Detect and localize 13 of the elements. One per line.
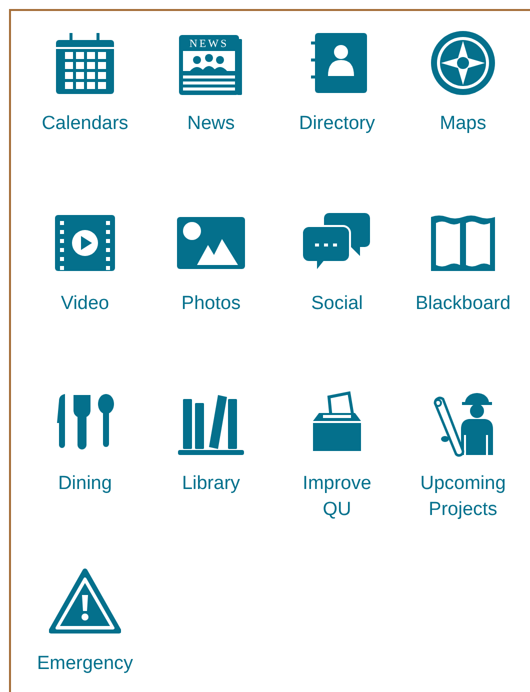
app-tile[interactable]: Video bbox=[23, 207, 147, 317]
app-tile[interactable]: Emergency bbox=[23, 567, 147, 677]
app-tile[interactable]: Dining bbox=[23, 387, 147, 497]
app-tile[interactable]: Improve QU bbox=[275, 387, 399, 523]
app-tile[interactable]: Maps bbox=[401, 27, 525, 137]
app-tile[interactable]: NEWS News bbox=[149, 27, 273, 137]
app-tile[interactable]: Upcoming Projects bbox=[401, 387, 525, 523]
app-tile[interactable]: Social bbox=[275, 207, 399, 317]
app-tile[interactable]: Blackboard bbox=[401, 207, 525, 317]
app-tile[interactable]: Directory bbox=[275, 27, 399, 137]
app-tile[interactable]: Photos bbox=[149, 207, 273, 317]
app-tile[interactable]: Calendars bbox=[23, 27, 147, 137]
app-tile[interactable]: Library bbox=[149, 387, 273, 497]
